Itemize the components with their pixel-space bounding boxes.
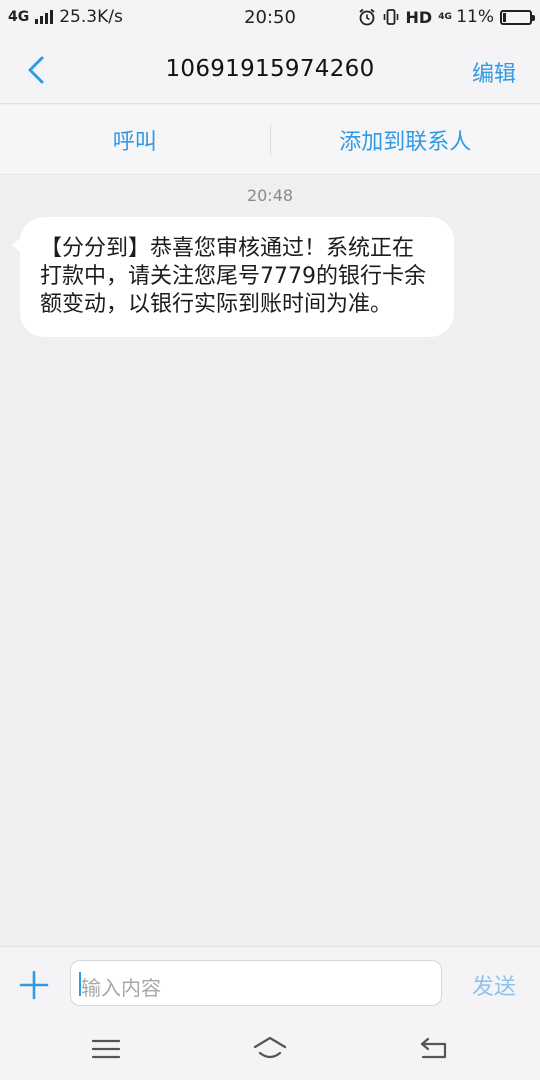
lte-indicator: 4G <box>438 11 452 22</box>
send-button[interactable]: 发送 <box>472 969 516 1001</box>
hd-indicator: HD <box>405 7 433 27</box>
sms-conversation-screen: 4G 25.3K/s 20:50 HD 4G 11% 1069191597426… <box>0 0 540 1080</box>
home-icon[interactable] <box>252 1034 288 1064</box>
plus-icon[interactable] <box>18 969 50 1001</box>
status-bar: 4G 25.3K/s 20:50 HD 4G 11% <box>0 0 540 36</box>
alarm-icon <box>358 8 375 26</box>
message-bubble[interactable]: 【分分到】恭喜您审核通过！系统正在打款中，请关注您尾号7779的银行卡余额变动，… <box>12 217 454 337</box>
sender-number: 10691915974260 <box>165 56 375 82</box>
composer-bar: 输入内容 发送 <box>0 946 540 1020</box>
battery-level <box>503 12 506 22</box>
status-right: HD 4G 11% <box>358 7 535 27</box>
call-button[interactable]: 呼叫 <box>0 124 270 156</box>
menu-icon[interactable] <box>88 1034 124 1064</box>
conversation-header: 10691915974260 编辑 <box>0 36 540 104</box>
back-arrow-icon[interactable] <box>416 1034 452 1064</box>
message-input-placeholder: 输入内容 <box>81 976 161 1000</box>
contact-actions: 呼叫 添加到联系人 <box>0 105 540 175</box>
message-input[interactable]: 输入内容 <box>70 960 442 1006</box>
battery-percent: 11% <box>456 7 494 27</box>
message-timestamp: 20:48 <box>246 186 294 205</box>
system-nav-bar <box>0 1020 540 1080</box>
add-contact-button[interactable]: 添加到联系人 <box>271 124 540 156</box>
edit-button[interactable]: 编辑 <box>472 56 516 88</box>
vibrate-icon <box>383 9 398 25</box>
battery-icon <box>500 9 535 25</box>
